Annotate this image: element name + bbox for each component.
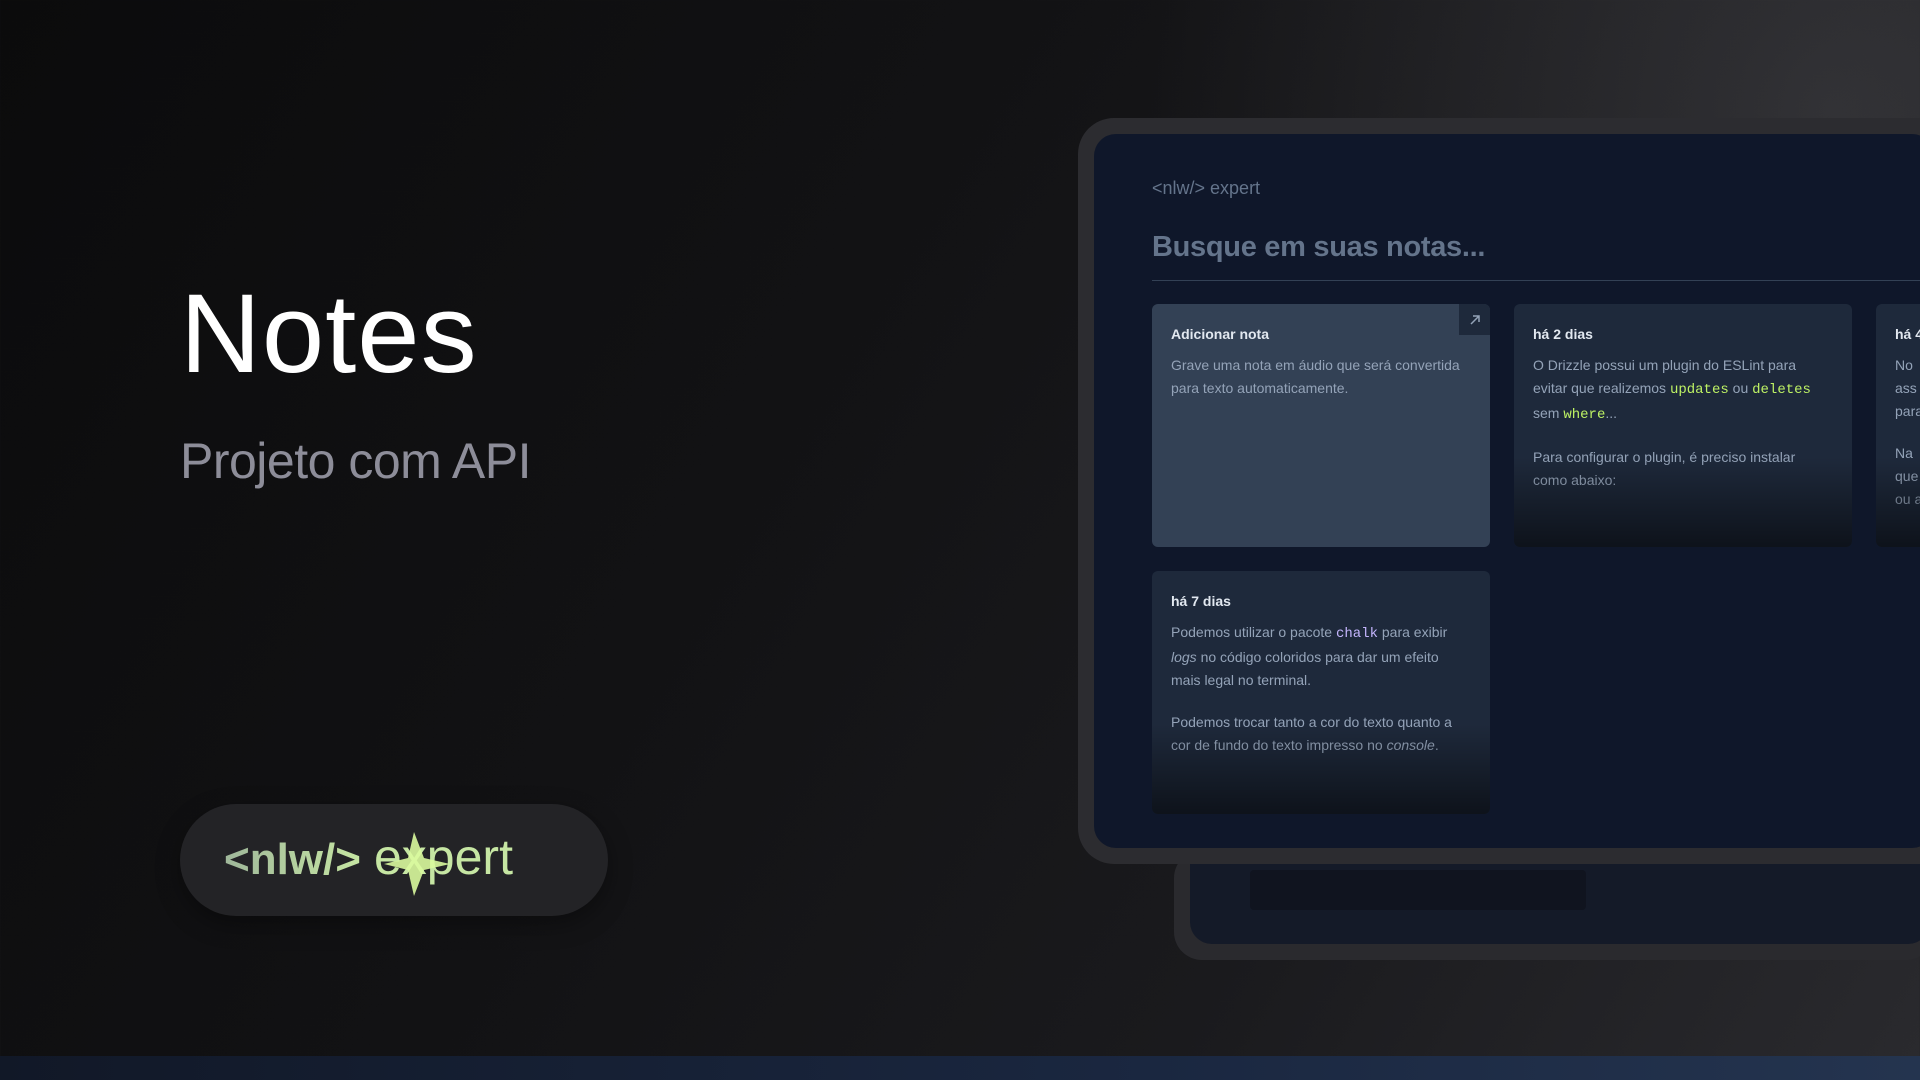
code-span: chalk [1335,626,1378,642]
note-card[interactable]: há 2 dias O Drizzle possui um plugin do … [1514,304,1852,547]
card-body: Grave uma nota em áudio que será convert… [1171,357,1460,396]
device-back-shadow [1250,870,1586,910]
text-span: . [1434,737,1439,753]
hero-title: Notes [180,271,478,396]
text-span: No [1895,357,1913,373]
text-span: para exibir [1378,624,1448,640]
search-divider [1152,280,1920,281]
card-body: O Drizzle possui um plugin do ESLint par… [1533,354,1833,427]
nlw-expert-logo: <nlw/> expert [224,829,513,896]
text-span: ... [1605,405,1618,421]
app-screen: <nlw/> expert Adicionar nota Grave uma n… [1094,134,1920,848]
card-date: há 2 dias [1533,326,1593,342]
text-span: ou a [1895,491,1920,507]
text-span: que [1895,468,1919,484]
card-date: há 7 dias [1171,593,1231,609]
card-body: Na que ou a [1895,442,1920,511]
card-body: No ass para [1895,354,1920,423]
text-span: para [1895,403,1920,419]
text-span: ass [1895,380,1917,396]
card-body: Podemos trocar tanto a cor do texto quan… [1171,711,1471,757]
app-logo-text: <nlw/> expert [1152,178,1260,198]
text-span: no código coloridos para dar um efeito m… [1171,649,1439,688]
code-span: where [1563,407,1606,423]
text-span: Na [1895,445,1913,461]
italic-span: logs [1171,649,1197,665]
text-span: sem [1533,405,1564,421]
hero-subtitle: Projeto com API [180,433,532,489]
card-date: há 4 [1895,326,1920,342]
note-card[interactable]: há 7 dias Podemos utilizar o pacote chal… [1152,571,1490,814]
note-card[interactable]: há 4 No ass para Na que ou a [1876,304,1920,547]
app-logo: <nlw/> expert [1152,178,1260,198]
code-span: deletes [1752,382,1811,398]
logo-text-left: <nlw/> [224,835,361,884]
text-span: ou [1728,380,1753,396]
italic-span: console [1386,737,1435,753]
search-input[interactable] [1152,222,1920,272]
brand-badge: <nlw/> expert [180,804,608,916]
card-body: Podemos utilizar o pacote chalk para exi… [1171,621,1471,692]
bottom-bar [0,1056,1920,1080]
add-note-card[interactable]: Adicionar nota Grave uma nota em áudio q… [1152,304,1490,547]
card-title: Adicionar nota [1171,326,1270,342]
text-span: Podemos utilizar o pacote [1171,624,1336,640]
logo-text-right: expert [374,829,513,885]
card-body: Para configurar o plugin, é preciso inst… [1533,449,1796,488]
arrow-up-right-icon [1459,304,1490,335]
code-span: updates [1669,382,1729,398]
